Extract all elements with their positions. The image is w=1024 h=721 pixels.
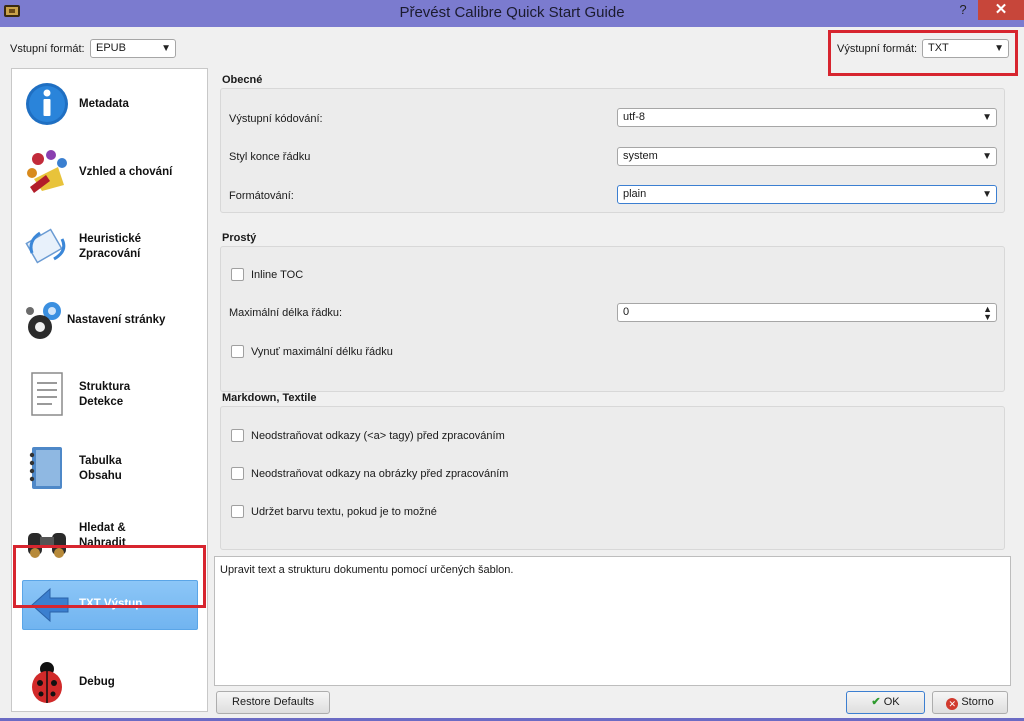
sidebar-item-label: Tabulka Obsahu <box>79 455 122 482</box>
chevron-down-icon: ▼ <box>161 43 171 54</box>
line-ending-value: system <box>623 150 658 162</box>
line-ending-label: Styl konce řádku <box>229 151 311 163</box>
close-button[interactable]: ✕ <box>978 0 1024 20</box>
ok-label: OK <box>883 696 900 708</box>
sidebar-item-table-of-contents[interactable]: Tabulka Obsahu <box>12 433 207 507</box>
spin-arrows-icon: ▲ ▼ <box>983 304 992 322</box>
keep-color-label: Udržet barvu textu, pokud je to možné <box>251 506 437 518</box>
sidebar-item-structure-detection[interactable]: Struktura Detekce <box>12 359 207 433</box>
inline-toc-label: Inline TOC <box>251 269 304 281</box>
chevron-down-icon: ▼ <box>982 151 992 162</box>
help-button[interactable]: ? <box>951 1 975 21</box>
sidebar-item-label: Nastavení stránky <box>67 314 166 326</box>
force-max-checkbox[interactable] <box>231 345 244 358</box>
keep-image-refs-label: Neodstraňovat odkazy na obrázky před zpr… <box>251 468 509 480</box>
section-title-plain: Prostý <box>222 232 257 244</box>
checkmark-icon: ✔ <box>871 696 881 708</box>
force-max-label: Vynuť maximální délku řádku <box>251 346 393 358</box>
sidebar-item-page-setup[interactable]: Nastavení stránky <box>12 285 207 359</box>
output-format-label: Výstupní formát: <box>837 43 918 55</box>
cancel-label: Storno <box>961 696 994 708</box>
input-format-value: EPUB <box>96 42 126 54</box>
title-bar: Převést Calibre Quick Start Guide ? ✕ <box>0 0 1024 27</box>
formatting-label: Formátování: <box>229 190 294 202</box>
keep-links-checkbox[interactable] <box>231 429 244 442</box>
sidebar-item-label: Metadata <box>79 98 129 110</box>
sidebar-item-debug[interactable]: Debug <box>12 647 207 721</box>
max-line-spinbox[interactable]: 0 ▲ ▼ <box>617 303 997 322</box>
keep-image-refs-checkbox[interactable] <box>231 467 244 480</box>
chevron-down-icon: ▼ <box>994 43 1004 54</box>
keep-color-checkbox[interactable] <box>231 505 244 518</box>
formatting-select[interactable]: plain ▼ <box>617 185 997 204</box>
notebook-icon <box>29 447 62 489</box>
info-icon <box>26 83 68 125</box>
max-line-label: Maximální délka řádku: <box>229 307 343 319</box>
inline-toc-checkbox[interactable] <box>231 268 244 281</box>
sidebar-item-label: Vzhled a chování <box>79 166 173 178</box>
dialog-body: Vstupní formát: EPUB ▼ Výstupní formát: … <box>0 27 1024 718</box>
keep-links-label: Neodstraňovat odkazy (<a> tagy) před zpr… <box>251 430 505 442</box>
cancel-button[interactable]: ✕ Storno <box>932 691 1008 714</box>
line-ending-select[interactable]: system ▼ <box>617 147 997 166</box>
sidebar-item-look-and-feel[interactable]: Vzhled a chování <box>12 137 207 211</box>
chevron-down-icon: ▼ <box>982 112 992 123</box>
sidebar-item-label: Debug <box>79 676 115 688</box>
section-title-markdown: Markdown, Textile <box>222 392 317 404</box>
section-title-general: Obecné <box>222 74 263 86</box>
encoding-select[interactable]: utf-8 ▼ <box>617 108 997 127</box>
input-format-select[interactable]: EPUB ▼ <box>90 39 176 58</box>
output-format-select[interactable]: TXT ▼ <box>922 39 1009 58</box>
sidebar-item-label: Struktura Detekce <box>79 381 131 408</box>
document-icon <box>31 372 63 416</box>
input-format-label: Vstupní formát: <box>10 43 85 55</box>
sidebar-item-heuristic-processing[interactable]: Heuristické Zpracování <box>12 211 207 285</box>
general-group: Výstupní kódování: utf-8 ▼ Styl konce řá… <box>220 88 1005 213</box>
formatting-value: plain <box>623 188 647 200</box>
help-description: Upravit text a strukturu dokumentu pomoc… <box>214 556 1011 686</box>
window-title: Převést Calibre Quick Start Guide <box>399 4 625 21</box>
encoding-label: Výstupní kódování: <box>229 113 323 125</box>
chevron-down-icon: ▼ <box>982 189 992 200</box>
restore-defaults-button[interactable]: Restore Defaults <box>216 691 330 714</box>
encoding-value: utf-8 <box>623 111 646 123</box>
settings-sidebar: Metadata Vzhled a chování Heuristické Zp… <box>11 68 208 712</box>
sidebar-item-metadata[interactable]: Metadata <box>12 69 207 143</box>
output-format-value: TXT <box>928 42 949 54</box>
gears-icon <box>26 302 61 339</box>
heuristic-icon <box>25 228 66 264</box>
ok-button[interactable]: ✔ OK <box>846 691 925 714</box>
sidebar-item-label: Heuristické Zpracování <box>79 233 142 260</box>
max-line-value: 0 <box>623 306 630 318</box>
palette-icon <box>27 150 67 193</box>
plain-group: Inline TOC Maximální délka řádku: 0 ▲ ▼ V… <box>220 246 1005 392</box>
cancel-icon: ✕ <box>946 698 959 710</box>
ladybug-icon <box>32 662 62 703</box>
txt-output-highlight <box>13 545 206 608</box>
markdown-group: Neodstraňovat odkazy (<a> tagy) před zpr… <box>220 406 1005 550</box>
